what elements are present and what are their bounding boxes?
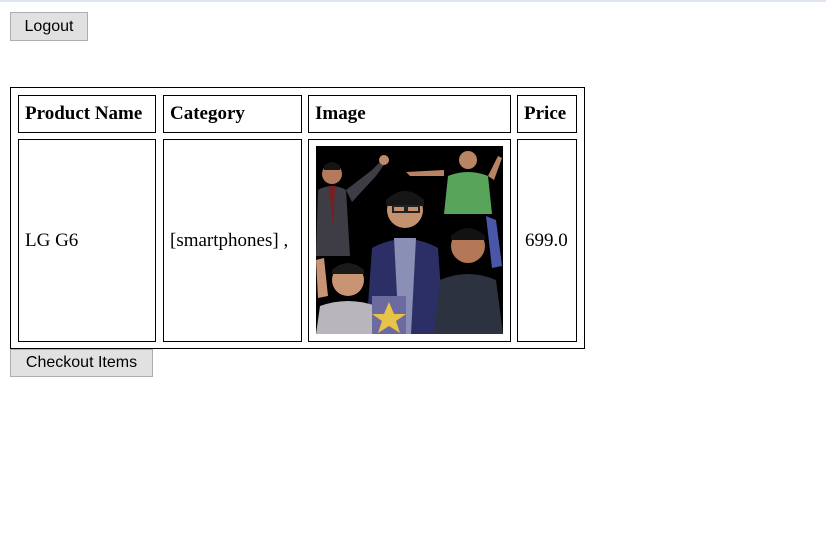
logout-button[interactable]: Logout <box>10 12 88 41</box>
header-price: Price <box>517 95 577 133</box>
product-image <box>316 146 503 334</box>
product-name-cell: LG G6 <box>18 139 156 342</box>
top-border <box>0 0 826 2</box>
product-photo-collage <box>316 146 503 334</box>
category-cell: [smartphones] , <box>163 139 302 342</box>
products-table: Product Name Category Image Price LG G6 … <box>10 87 585 349</box>
header-image: Image <box>308 95 511 133</box>
header-category: Category <box>163 95 302 133</box>
checkout-items-button[interactable]: Checkout Items <box>10 349 153 377</box>
price-cell: 699.0 <box>517 139 577 342</box>
image-cell <box>308 139 511 342</box>
header-product-name: Product Name <box>18 95 156 133</box>
